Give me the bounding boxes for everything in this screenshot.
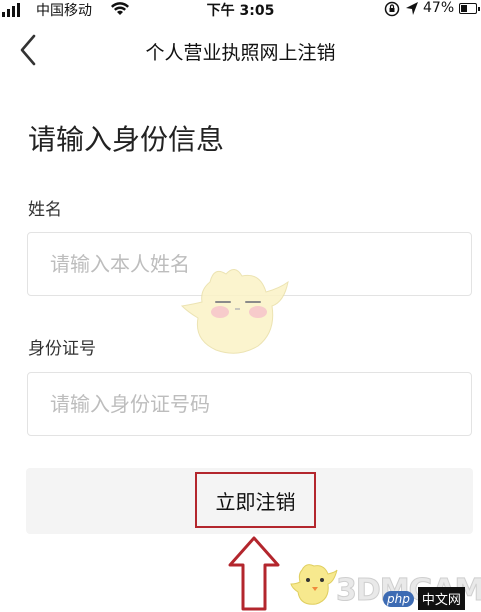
battery-percent: 47% <box>423 0 455 16</box>
annotation-arrow-up-icon <box>228 536 280 611</box>
page-title: 个人营业执照网上注销 <box>145 42 336 64</box>
php-logo: php <box>383 590 414 607</box>
id-number-label: 身份证号 <box>28 339 96 359</box>
id-number-field <box>27 372 472 436</box>
site-watermark: php 中文网 <box>383 585 481 612</box>
mascot-watermark-icon <box>180 269 289 354</box>
cancel-now-button[interactable]: 立即注销 <box>195 472 316 528</box>
id-number-input[interactable] <box>28 373 471 435</box>
brand-mascot-icon <box>290 564 338 605</box>
status-bar: 中国移动 下午 3:05 47% <box>0 0 481 20</box>
battery-icon <box>459 3 480 14</box>
site-watermark-text: 中文网 <box>417 587 465 610</box>
name-label: 姓名 <box>28 200 62 220</box>
location-icon <box>406 2 418 15</box>
orientation-lock-icon <box>384 1 400 17</box>
form-heading: 请输入身份信息 <box>28 123 225 156</box>
